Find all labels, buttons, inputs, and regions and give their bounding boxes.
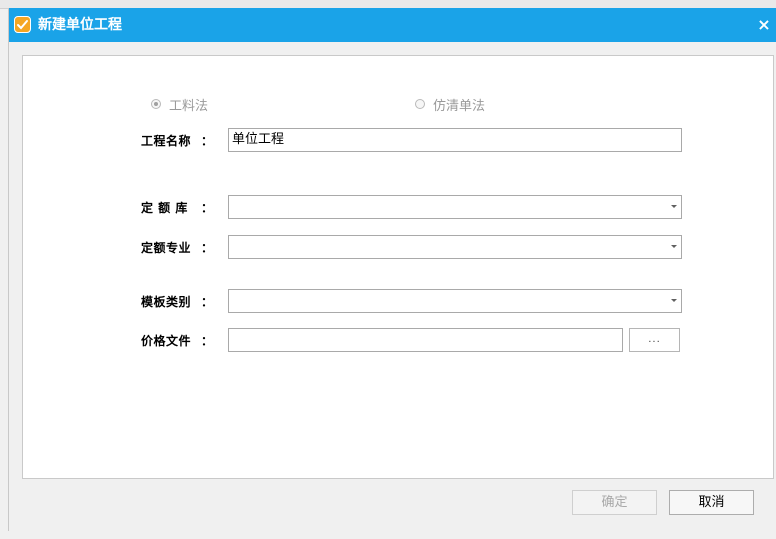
template-category-select[interactable] — [228, 289, 682, 313]
template-category-label: 模板类别 — [141, 295, 192, 309]
new-unit-project-dialog: 新建单位工程 × 工料法 仿清单法 工程名称 ： 单位工程 定 额 库 ： 定额… — [8, 8, 776, 531]
radio-label: 工料法 — [169, 98, 209, 114]
ok-button[interactable]: 确定 — [572, 490, 657, 515]
radio-labor-material-method[interactable]: 工料法 — [151, 96, 209, 114]
label-colon: ： — [201, 295, 214, 309]
close-icon[interactable]: × — [751, 12, 776, 38]
window-title: 新建单位工程 — [38, 17, 122, 33]
label-colon: ： — [201, 201, 214, 215]
quota-library-select[interactable] — [228, 195, 682, 219]
quota-specialty-select[interactable] — [228, 235, 682, 259]
radio-label: 仿清单法 — [433, 98, 486, 114]
price-file-input[interactable] — [228, 328, 623, 352]
quota-library-label: 定 额 库 — [141, 201, 188, 215]
radio-button[interactable] — [415, 99, 425, 109]
chevron-down-icon — [671, 299, 677, 302]
label-colon: ： — [201, 241, 214, 255]
project-name-label: 工程名称 — [141, 134, 192, 148]
title-bar[interactable]: 新建单位工程 × — [9, 8, 776, 42]
chevron-down-icon — [671, 205, 677, 208]
cancel-button[interactable]: 取消 — [669, 490, 754, 515]
radio-button-checked[interactable] — [151, 99, 161, 109]
label-colon: ： — [201, 134, 214, 148]
browse-button[interactable]: ... — [629, 328, 680, 352]
app-logo-icon — [14, 16, 31, 33]
chevron-down-icon — [671, 245, 677, 248]
radio-bill-method[interactable]: 仿清单法 — [415, 96, 486, 114]
quota-specialty-label: 定额专业 — [141, 241, 192, 255]
project-name-input[interactable]: 单位工程 — [228, 128, 682, 152]
price-file-label: 价格文件 — [141, 334, 192, 348]
form-panel: 工料法 仿清单法 工程名称 ： 单位工程 定 额 库 ： 定额专业 ： 模板类别… — [22, 55, 774, 479]
label-colon: ： — [201, 334, 214, 348]
